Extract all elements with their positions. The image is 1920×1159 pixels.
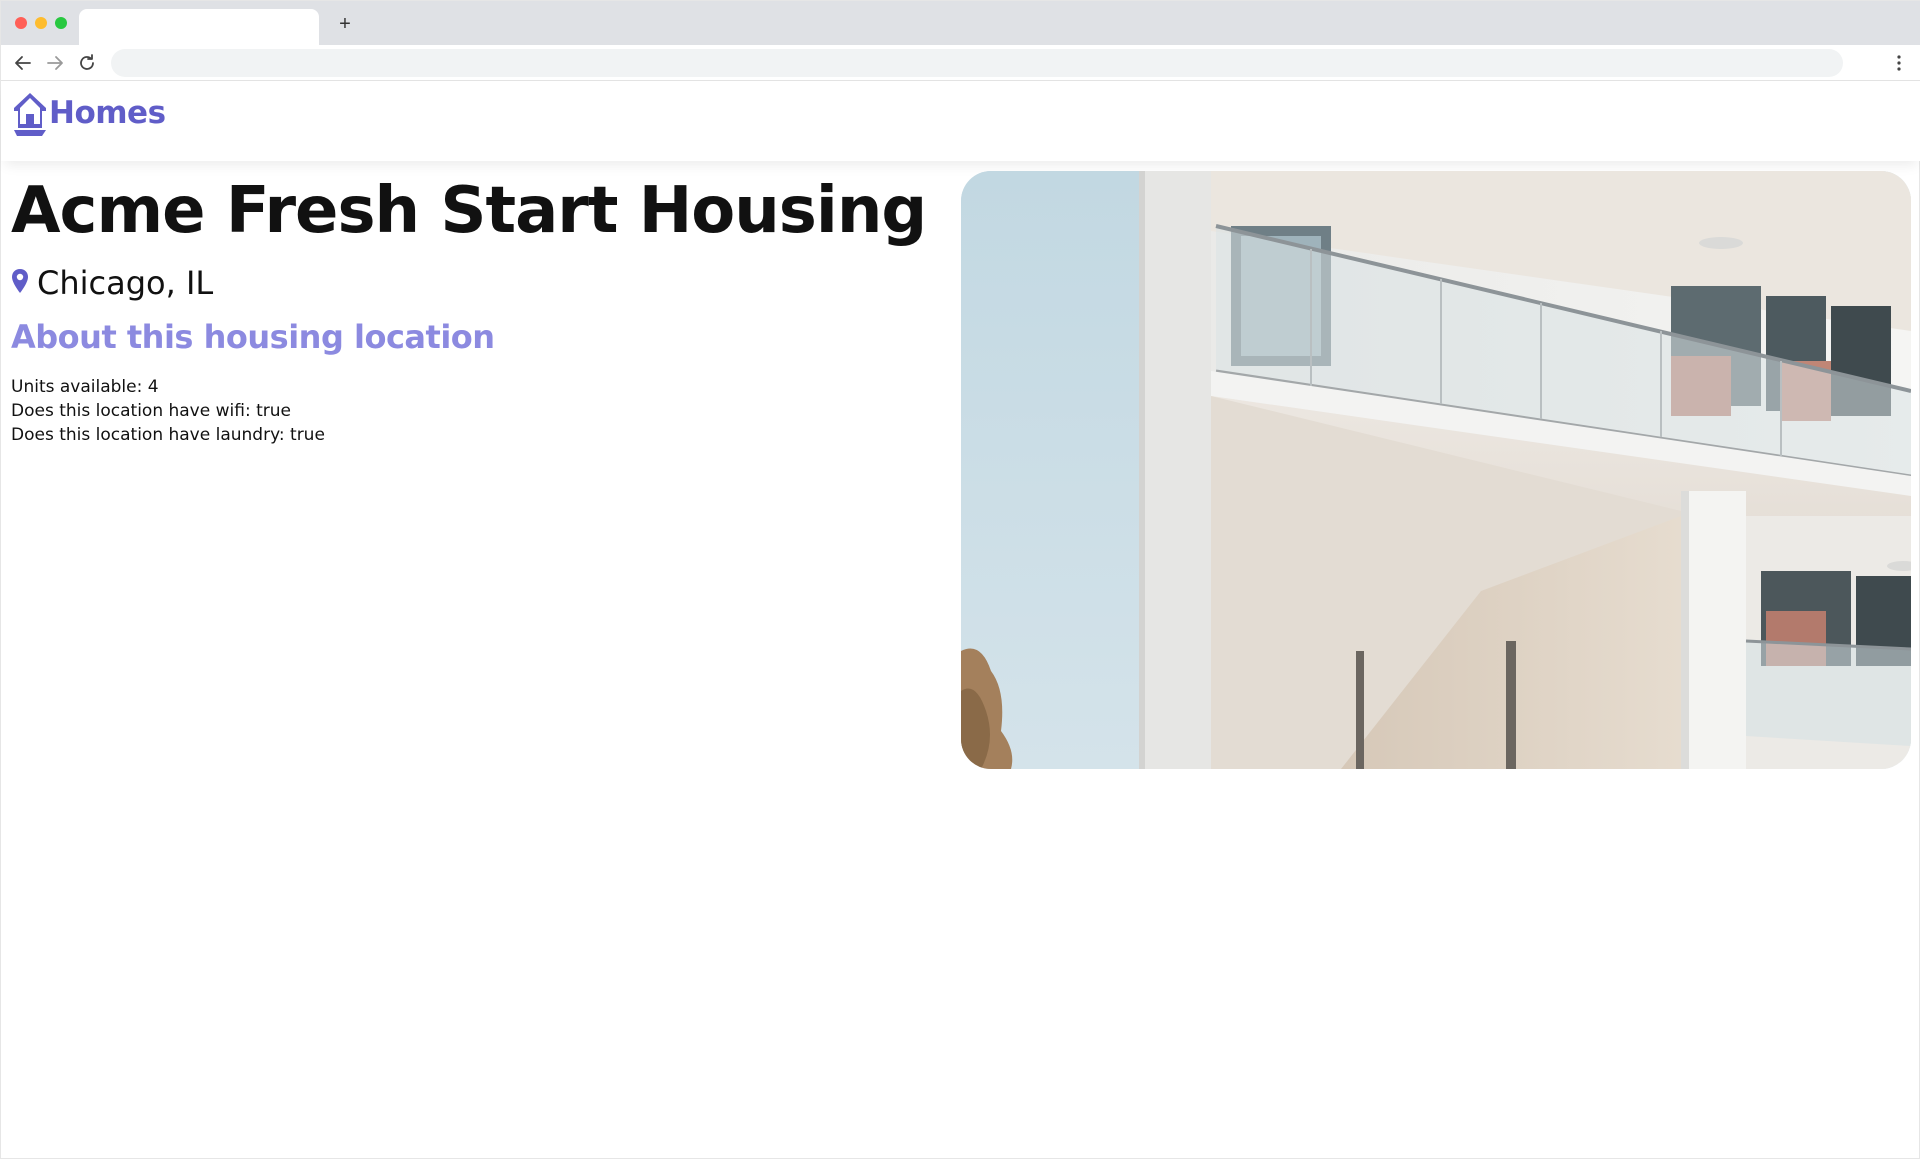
brand-label: Homes — [49, 95, 166, 131]
browser-window: + Homes Acme Fresh Start Housing Chicago… — [0, 0, 1920, 1159]
address-bar[interactable] — [111, 49, 1843, 77]
active-tab[interactable] — [79, 9, 319, 45]
house-icon — [14, 93, 46, 136]
listing-photo — [961, 171, 1911, 769]
listing-title: Acme Fresh Start Housing — [11, 174, 927, 248]
listing-details: Acme Fresh Start Housing Chicago, IL Abo… — [11, 173, 931, 447]
location-text: Chicago, IL — [37, 264, 214, 302]
maximize-window-button[interactable] — [55, 17, 67, 29]
fact-units: Units available: 4 — [11, 377, 159, 397]
tab-bar: + — [1, 1, 1920, 45]
back-arrow-icon[interactable] — [11, 51, 35, 75]
fact-wifi: Does this location have wifi: true — [11, 401, 291, 421]
more-menu-icon[interactable] — [1887, 51, 1911, 75]
section-heading: About this housing location — [11, 318, 495, 356]
close-window-button[interactable] — [15, 17, 27, 29]
new-tab-button[interactable]: + — [333, 12, 357, 36]
listing-location: Chicago, IL — [11, 263, 931, 303]
fact-laundry: Does this location have laundry: true — [11, 425, 325, 445]
home-link[interactable]: Homes — [11, 89, 166, 137]
browser-toolbar — [1, 45, 1920, 81]
map-pin-icon — [12, 269, 28, 293]
app-header: Homes — [1, 81, 1920, 161]
reload-icon[interactable] — [75, 51, 99, 75]
building-photo — [961, 171, 1911, 769]
minimize-window-button[interactable] — [35, 17, 47, 29]
forward-arrow-icon[interactable] — [43, 51, 67, 75]
facts-list: Units available: 4 Does this location ha… — [11, 375, 931, 447]
